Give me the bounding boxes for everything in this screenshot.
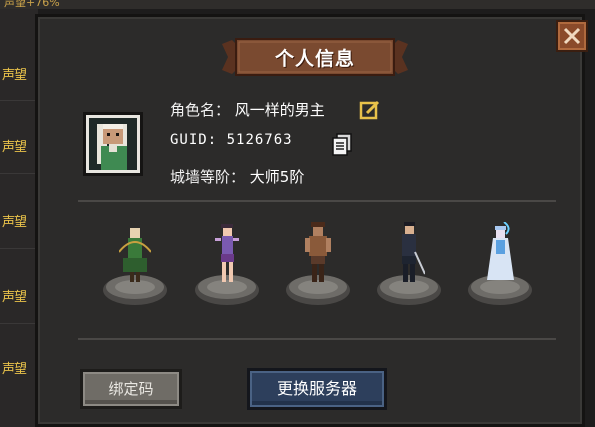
title-banner: 个人信息 xyxy=(222,36,408,78)
background-top-bar: 声望+76% xyxy=(0,0,595,9)
hero-swordsman[interactable] xyxy=(372,218,446,310)
divider xyxy=(0,173,38,174)
reputation-label: 声望 xyxy=(2,290,27,305)
hero-barbarian[interactable] xyxy=(281,218,355,310)
character-portrait xyxy=(89,118,137,170)
top-bonus-text: 声望+76% xyxy=(4,0,60,9)
close-icon xyxy=(563,27,581,45)
reputation-label: 声望 xyxy=(2,215,27,230)
hero-archer[interactable] xyxy=(98,218,172,310)
character-name-value: 风一样的男主 xyxy=(234,101,325,119)
copy-guid-button[interactable] xyxy=(330,132,354,160)
character-name-label: 角色名： xyxy=(170,101,231,119)
close-button[interactable] xyxy=(556,20,588,52)
hero-dancer[interactable] xyxy=(190,218,264,310)
wall-rank-row: 城墙等阶： 大师5阶 xyxy=(170,166,304,187)
guid-value: 5126763 xyxy=(226,132,293,148)
section-divider xyxy=(78,338,556,340)
edit-icon xyxy=(359,100,380,120)
section-divider xyxy=(78,200,556,202)
reputation-label: 声望 xyxy=(2,140,27,155)
hero-ice-mage[interactable] xyxy=(463,218,537,310)
wall-rank-label: 城墙等阶： xyxy=(170,168,246,186)
dancer-figure xyxy=(215,224,239,282)
copy-icon xyxy=(332,133,352,156)
archer-figure xyxy=(119,228,151,282)
ice-mage-figure xyxy=(487,222,514,280)
divider xyxy=(0,248,38,249)
wall-rank-value: 大师5阶 xyxy=(249,168,305,186)
avatar[interactable] xyxy=(83,112,143,176)
reputation-label: 声望 xyxy=(2,362,27,377)
divider xyxy=(0,100,38,101)
bind-code-button[interactable]: 绑定码 xyxy=(80,369,182,409)
guid-label: GUID: xyxy=(170,132,218,148)
barbarian-figure xyxy=(305,222,331,282)
divider xyxy=(0,323,38,324)
reputation-label: 声望 xyxy=(2,68,27,83)
guid-row: GUID: 5126763 xyxy=(170,132,293,148)
edit-name-button[interactable] xyxy=(359,99,381,125)
change-server-button[interactable]: 更换服务器 xyxy=(247,368,387,410)
swordsman-figure xyxy=(402,222,425,282)
character-name-row: 角色名： 风一样的男主 xyxy=(170,99,325,120)
dialog-title: 个人信息 xyxy=(274,48,355,70)
